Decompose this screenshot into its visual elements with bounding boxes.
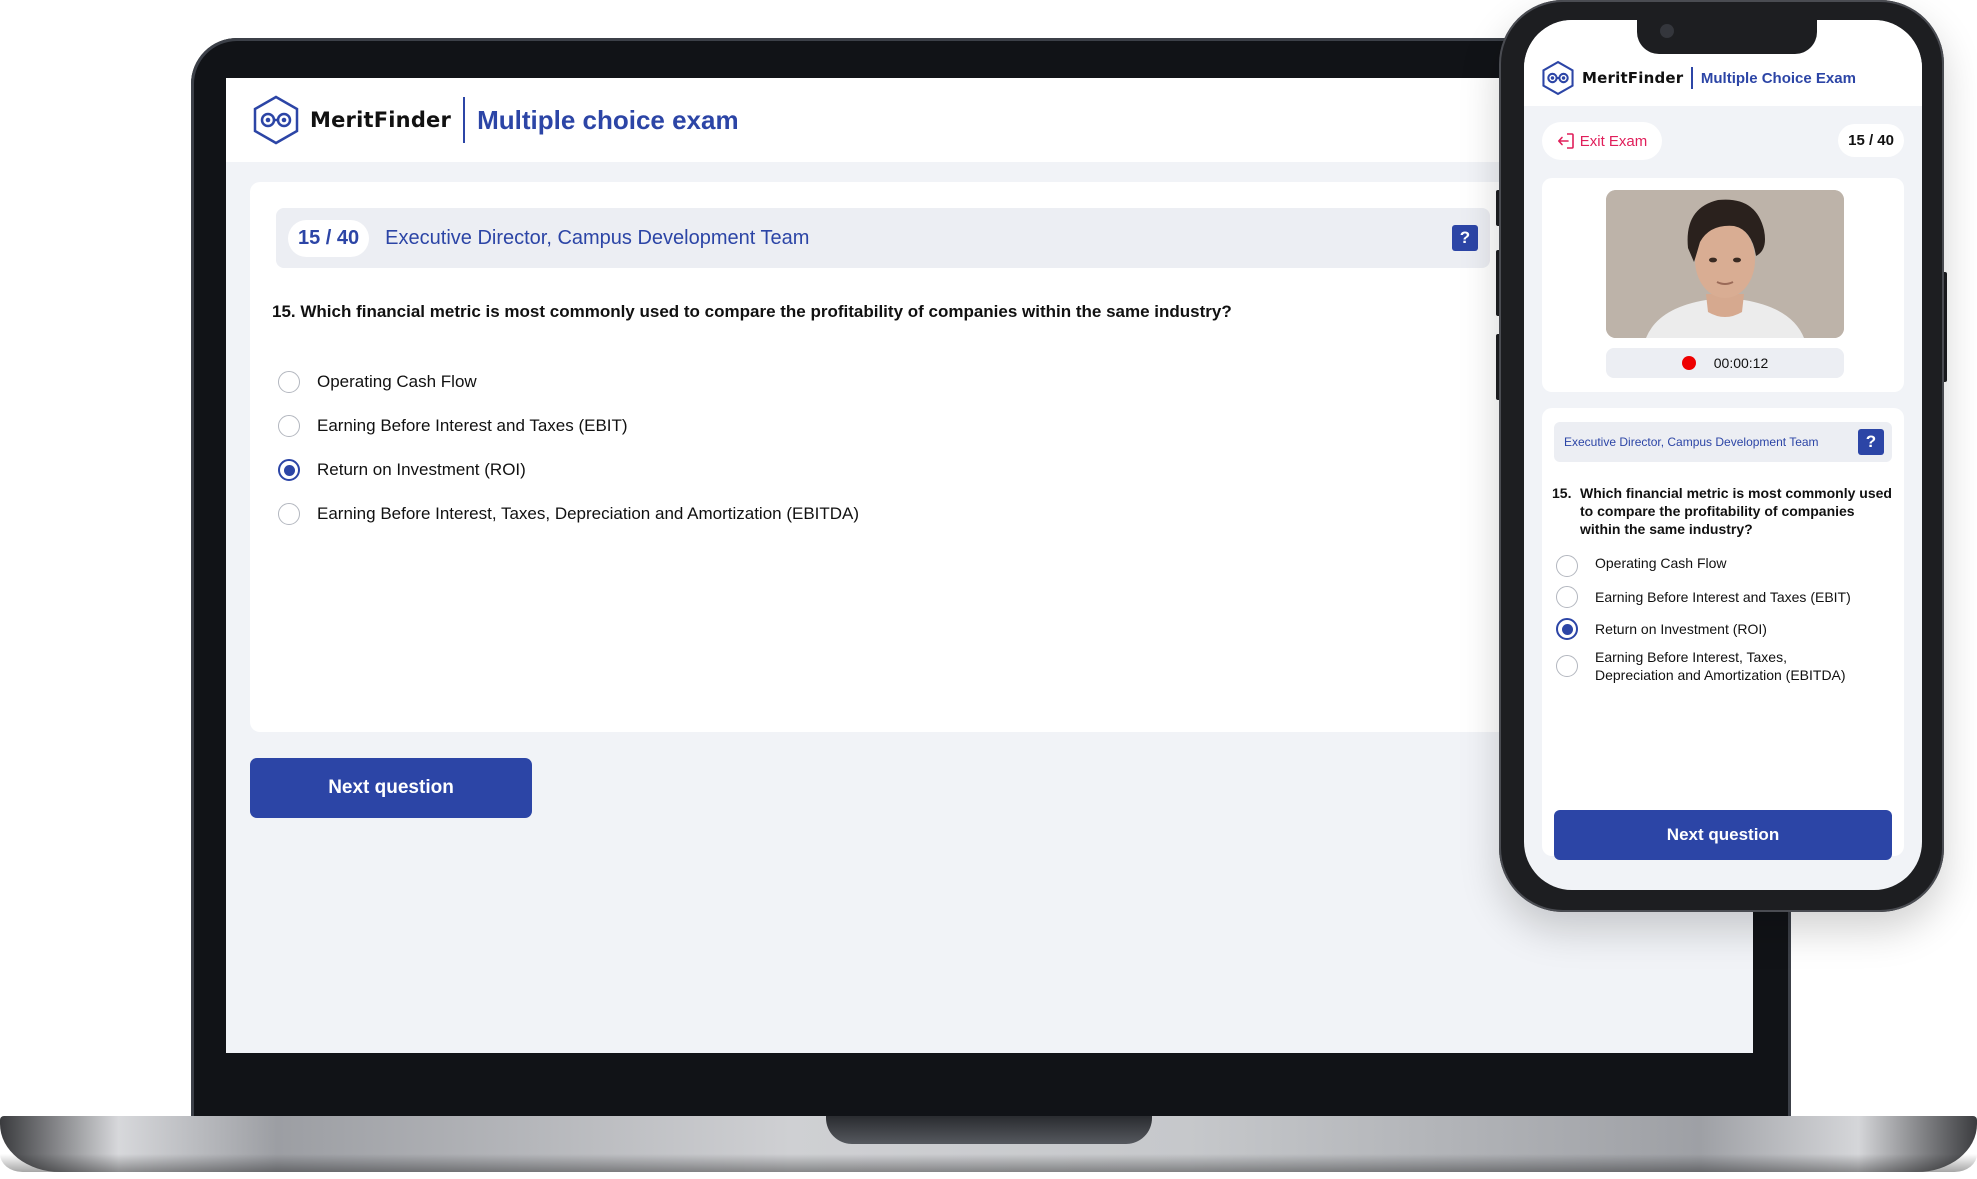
front-camera-icon [1660,24,1674,38]
desktop-logo: MeritFinder [250,95,451,145]
position-title: Executive Director, Campus Development T… [1564,435,1819,449]
radio-button[interactable] [1556,555,1578,577]
option-label: Earning Before Interest, Taxes, Deprecia… [317,504,860,523]
radio-button-selected[interactable] [278,459,300,481]
page-title: Multiple choice exam [477,104,739,135]
option-label: Earning Before Interest and Taxes (EBIT) [1595,589,1851,605]
laptop-hinge-notch [826,1116,1152,1144]
question-counter: 15 / 40 [1838,124,1904,157]
answer-option-3[interactable]: Return on Investment (ROI) [278,448,859,492]
mobile-logo: MeritFinder [1540,60,1683,96]
question-number: 15. [1552,485,1572,501]
answer-option-4[interactable]: Earning Before Interest, Taxes, Deprecia… [278,492,859,536]
answer-option-1[interactable]: Operating Cash Flow [278,360,859,404]
answer-option-2[interactable]: Earning Before Interest and Taxes (EBIT) [1556,586,1896,608]
option-label: Operating Cash Flow [317,372,477,391]
option-label: Earning Before Interest, Taxes, Deprecia… [1595,649,1846,683]
webcam-feed [1606,190,1844,338]
header-divider [1691,67,1693,89]
question-text: 15. Which financial metric is most common… [1552,484,1892,538]
exit-icon [1557,133,1574,149]
radio-button-selected[interactable] [1556,618,1578,640]
position-bar: 15 / 40 Executive Director, Campus Devel… [276,208,1490,268]
question-counter: 15 / 40 [288,219,370,257]
radio-button[interactable] [1556,586,1578,608]
option-label: Return on Investment (ROI) [1595,621,1767,637]
position-bar: Executive Director, Campus Development T… [1554,422,1892,462]
next-question-button[interactable]: Next question [1554,810,1892,860]
logo-wordmark: MeritFinder [310,108,452,132]
answer-option-2[interactable]: Earning Before Interest and Taxes (EBIT) [278,404,859,448]
page-title: Multiple Choice Exam [1700,69,1856,87]
option-label: Operating Cash Flow [1595,555,1727,571]
question-text: 15. Which financial metric is most commo… [272,302,1232,321]
candidate-video-image [1606,190,1844,338]
radio-button[interactable] [1556,655,1578,677]
exit-exam-label: Exit Exam [1579,132,1648,150]
radio-button[interactable] [278,503,300,525]
position-title: Executive Director, Campus Development T… [385,226,810,249]
radio-button[interactable] [278,371,300,393]
webcam-card: 00:00:12 [1542,178,1904,392]
answer-options: Operating Cash Flow Earning Before Inter… [278,360,859,536]
recording-dot-icon [1681,356,1696,370]
next-question-button[interactable]: Next question [250,758,532,818]
question-body: Which financial metric is most commonly … [1580,485,1892,537]
recording-timer: 00:00:12 [1606,348,1844,378]
timer-value: 00:00:12 [1713,355,1769,371]
header-divider [463,97,466,143]
option-label: Return on Investment (ROI) [317,460,526,479]
radio-button[interactable] [278,415,300,437]
logo-wordmark: MeritFinder [1582,69,1684,87]
mobile-screen: MeritFinder Multiple Choice Exam Exit Ex… [1524,20,1922,890]
help-button[interactable]: ? [1858,429,1884,455]
option-label: Earning Before Interest and Taxes (EBIT) [317,416,628,435]
answer-option-3[interactable]: Return on Investment (ROI) [1556,618,1896,640]
meritfinder-logo-icon [1542,60,1574,96]
question-card: Executive Director, Campus Development T… [1542,408,1904,860]
meritfinder-logo-icon [253,95,299,145]
answer-options: Operating Cash Flow Earning Before Inter… [1556,554,1896,684]
answer-option-1[interactable]: Operating Cash Flow [1556,554,1896,577]
exit-exam-button[interactable]: Exit Exam [1542,122,1662,160]
answer-option-4[interactable]: Earning Before Interest, Taxes, Deprecia… [1556,648,1896,684]
help-button[interactable]: ? [1452,225,1478,251]
